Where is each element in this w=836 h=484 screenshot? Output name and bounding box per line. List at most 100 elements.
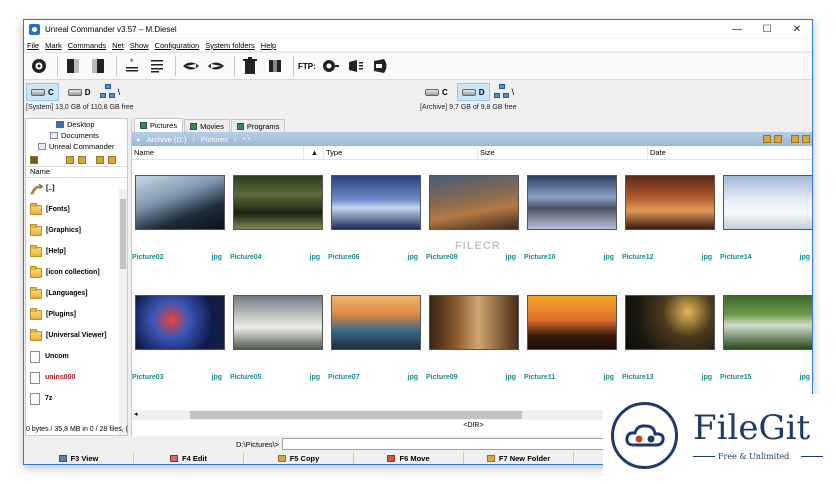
tree-item-desktop[interactable]: Desktop	[26, 119, 127, 130]
tab-pictures[interactable]: Pictures	[134, 118, 184, 132]
right-drive-bar: C D \ [Archive] 9,7 GB of 9,8 GB free	[420, 82, 810, 116]
menu-configuration[interactable]: Configuration	[152, 41, 203, 50]
menu-net[interactable]: Net	[109, 41, 127, 50]
thumbnail-item[interactable]: Picture13 jpg	[622, 281, 718, 389]
sort-icon[interactable]	[791, 135, 799, 143]
thumbnail-name: Picture15	[720, 374, 752, 381]
refresh-button[interactable]	[28, 55, 50, 77]
thumbnail-item[interactable]: Picture05 jpg	[230, 281, 326, 389]
select-files-button[interactable]: *	[121, 55, 143, 77]
new-folder-icon[interactable]	[763, 135, 771, 143]
favorites-icon[interactable]	[774, 135, 782, 143]
menu-help[interactable]: Help	[258, 41, 279, 50]
recycle-bin-button[interactable]	[239, 55, 261, 77]
thumbnail-item[interactable]: Picture10 jpg	[524, 161, 620, 269]
ftp-settings-button[interactable]	[370, 55, 392, 77]
list-item-label: [Help]	[46, 248, 66, 255]
column-type[interactable]: Type	[324, 146, 478, 159]
close-button[interactable]: ✕	[782, 20, 812, 38]
list-item[interactable]: 7z	[26, 388, 127, 409]
compare-right-button[interactable]	[205, 55, 227, 77]
favorites-icon[interactable]	[78, 155, 86, 164]
f6-move-button[interactable]: F6 Move	[354, 452, 464, 464]
thumbnail-item[interactable]: Picture09 jpg	[426, 281, 522, 389]
menu-commands[interactable]: Commands	[65, 41, 109, 50]
right-drive-c-button[interactable]: C	[420, 83, 453, 101]
scroll-left-icon[interactable]: ◂	[134, 410, 138, 418]
left-vertical-scrollbar[interactable]	[119, 189, 127, 435]
tree-item-unreal-commander[interactable]: Unreal Commander	[26, 141, 127, 152]
menu-mark[interactable]: Mark	[42, 41, 65, 50]
path-segment-folder[interactable]: Pictures	[201, 135, 228, 144]
left-panel-status: 0 bytes / 35,8 MB in 0 / 28 files, (	[26, 426, 128, 433]
panel-left-icon	[67, 59, 79, 73]
f4-edit-button[interactable]: F4 Edit	[134, 452, 244, 464]
list-item-label: Uncom	[45, 353, 69, 360]
ftp-disconnect-button[interactable]	[345, 55, 367, 77]
name-column-header[interactable]: Name	[26, 167, 127, 178]
list-item[interactable]: [..]	[26, 178, 127, 199]
thumbnail-extension: jpg	[309, 374, 321, 381]
right-panel-button[interactable]	[87, 55, 109, 77]
right-drive-d-button[interactable]: D	[456, 83, 490, 101]
thumbnail-item[interactable]: Picture04 jpg	[230, 161, 326, 269]
thumbnail-item[interactable]: Picture07 jpg	[328, 281, 424, 389]
list-item[interactable]: [Languages]	[26, 283, 127, 304]
left-drive-c-button[interactable]: C	[26, 83, 59, 101]
new-folder-icon[interactable]	[66, 155, 74, 164]
list-item[interactable]: [icon collection]	[26, 262, 127, 283]
tab-programs[interactable]: Programs	[230, 119, 286, 132]
list-item[interactable]: [Help]	[26, 241, 127, 262]
tree-item-documents[interactable]: Documents	[26, 130, 127, 141]
list-item[interactable]: [Graphics]	[26, 220, 127, 241]
up-folder-icon[interactable]	[30, 155, 38, 164]
split-files-button[interactable]	[146, 55, 168, 77]
path-segment-mask[interactable]: *.*	[242, 135, 250, 144]
path-segment-drive[interactable]: Archive (D:)	[147, 135, 187, 144]
folder-icon	[30, 286, 42, 299]
f3-view-button[interactable]: F3 View	[24, 452, 134, 464]
f5-copy-button[interactable]: F5 Copy	[244, 452, 354, 464]
list-item[interactable]: unins000	[26, 367, 127, 388]
compare-left-button[interactable]	[180, 55, 202, 77]
thumbnail-item[interactable]: Picture15 jpg	[720, 281, 812, 389]
network-drive-icon[interactable]	[99, 84, 116, 100]
thumbnail-item[interactable]: Picture08 jpg	[426, 161, 522, 269]
column-name[interactable]: Name	[132, 146, 304, 159]
minimize-button[interactable]: —	[722, 20, 752, 38]
left-panel-button[interactable]	[62, 55, 84, 77]
network-drive-icon[interactable]	[493, 84, 510, 100]
menu-show[interactable]: Show	[127, 41, 152, 50]
thumbnail-item[interactable]: Picture06 jpg	[328, 161, 424, 269]
tab-movies[interactable]: Movies	[184, 119, 230, 132]
thumbnail-item[interactable]: Picture02 jpg	[132, 161, 228, 269]
root-button[interactable]: \	[512, 87, 515, 97]
thumbnail-item[interactable]: Picture12 jpg	[622, 161, 718, 269]
path-bar[interactable]: ▸ Archive (D:) › Pictures › *.*	[132, 132, 812, 146]
command-prompt: D:\Pictures\>	[236, 439, 280, 449]
sort-icon[interactable]	[96, 155, 104, 164]
ftp-disconnect-icon	[348, 60, 363, 72]
f7-new-folder-button[interactable]: F7 New Folder	[464, 452, 574, 464]
thumbnail-name: Picture06	[328, 254, 360, 261]
thumbnail-item[interactable]: Picture11 jpg	[524, 281, 620, 389]
history-icon[interactable]	[108, 155, 116, 164]
pack-button[interactable]	[264, 55, 286, 77]
column-size[interactable]: Size	[478, 146, 648, 159]
thumbnail-item[interactable]: Picture03 jpg	[132, 281, 228, 389]
maximize-button[interactable]: ☐	[752, 20, 782, 38]
menu-system-folders[interactable]: System folders	[202, 41, 258, 50]
history-icon[interactable]	[802, 135, 810, 143]
column-date[interactable]: Date	[648, 146, 812, 159]
list-item[interactable]: Uncom	[26, 346, 127, 367]
list-item[interactable]: [Fonts]	[26, 199, 127, 220]
ftp-connect-button[interactable]	[320, 55, 342, 77]
thumbnail-item[interactable]: Picture14 jpg	[720, 161, 812, 269]
thumbnail-extension: jpg	[603, 374, 615, 381]
left-drive-d-button[interactable]: D	[63, 83, 96, 101]
parent-folder-icon	[30, 183, 44, 195]
list-item[interactable]: [Plugins]	[26, 304, 127, 325]
menu-file[interactable]: File	[24, 41, 42, 50]
list-item[interactable]: [Universal Viewer]	[26, 325, 127, 346]
root-button[interactable]: \	[118, 87, 121, 97]
